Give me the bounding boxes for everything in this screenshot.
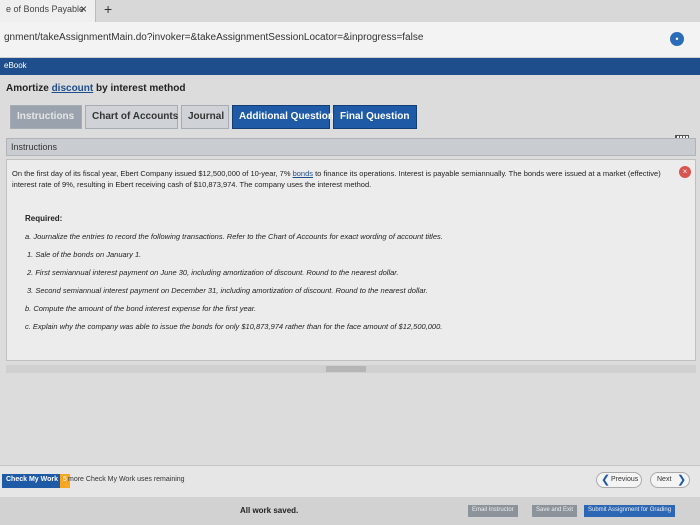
browser-tab[interactable]: e of Bonds Payable × (0, 0, 96, 22)
page-title: Amortize discount by interest method (6, 83, 186, 94)
instructions-heading: Instructions (11, 142, 58, 152)
assignment-content: Amortize discount by interest method Ins… (0, 75, 700, 465)
required-item-b: b. Compute the amount of the bond intere… (25, 304, 257, 313)
previous-button[interactable]: ❮ Previous (596, 472, 642, 488)
footer-bar: All work saved. Email Instructor Save an… (0, 497, 700, 525)
scrollbar-thumb[interactable] (326, 366, 366, 372)
required-item-3: 3. Second semiannual interest payment on… (27, 286, 428, 295)
tab-chart-of-accounts[interactable]: Chart of Accounts (85, 105, 178, 129)
bonds-link[interactable]: bonds (293, 169, 313, 178)
tab-journal[interactable]: Journal (181, 105, 229, 129)
close-tab-icon[interactable]: × (80, 2, 87, 16)
tab-instructions[interactable]: Instructions (10, 105, 82, 129)
extension-icon[interactable]: • (670, 32, 684, 46)
panel-scrollbar[interactable] (6, 365, 696, 373)
required-label: Required: (25, 214, 63, 223)
address-bar[interactable]: gnment/takeAssignmentMain.do?invoker=&ta… (0, 22, 700, 58)
ebook-strip: eBook (0, 58, 700, 75)
required-item-1: 1. Sale of the bonds on January 1. (27, 250, 142, 259)
browser-tab-title: e of Bonds Payable (6, 4, 85, 14)
chevron-right-icon: ❯ (677, 474, 687, 486)
new-tab-icon[interactable]: + (104, 1, 112, 17)
next-button[interactable]: Next ❯ (650, 472, 690, 488)
tab-final-question[interactable]: Final Question (333, 105, 417, 129)
email-instructor-button[interactable]: Email Instructor (468, 505, 518, 517)
submit-assignment-button[interactable]: Submit Assignment for Grading (584, 505, 676, 517)
save-and-exit-button[interactable]: Save and Exit (532, 505, 578, 517)
browser-tab-bar: e of Bonds Payable × + (0, 0, 700, 22)
required-item-c: c. Explain why the company was able to i… (25, 322, 443, 331)
required-item-a: a. Journalize the entries to record the … (25, 232, 443, 241)
bottom-bar: Check My Work 5 more Check My Work uses … (0, 465, 700, 497)
save-status: All work saved. (240, 506, 299, 515)
instructions-header: Instructions (6, 138, 696, 156)
instructions-panel: × On the first day of its fiscal year, E… (6, 159, 696, 361)
required-item-2: 2. First semiannual interest payment on … (27, 268, 399, 277)
tab-additional-question[interactable]: Additional Question (232, 105, 334, 129)
check-remaining-text: more Check My Work uses remaining (68, 476, 185, 483)
instructions-intro: On the first day of its fiscal year, Ebe… (12, 169, 661, 189)
discount-link[interactable]: discount (52, 83, 94, 94)
ebook-link[interactable]: eBook (4, 61, 27, 70)
check-my-work-button[interactable]: Check My Work (2, 474, 62, 488)
url-text[interactable]: gnment/takeAssignmentMain.do?invoker=&ta… (4, 32, 423, 43)
close-icon[interactable]: × (679, 166, 691, 178)
chevron-left-icon: ❮ (601, 474, 611, 486)
